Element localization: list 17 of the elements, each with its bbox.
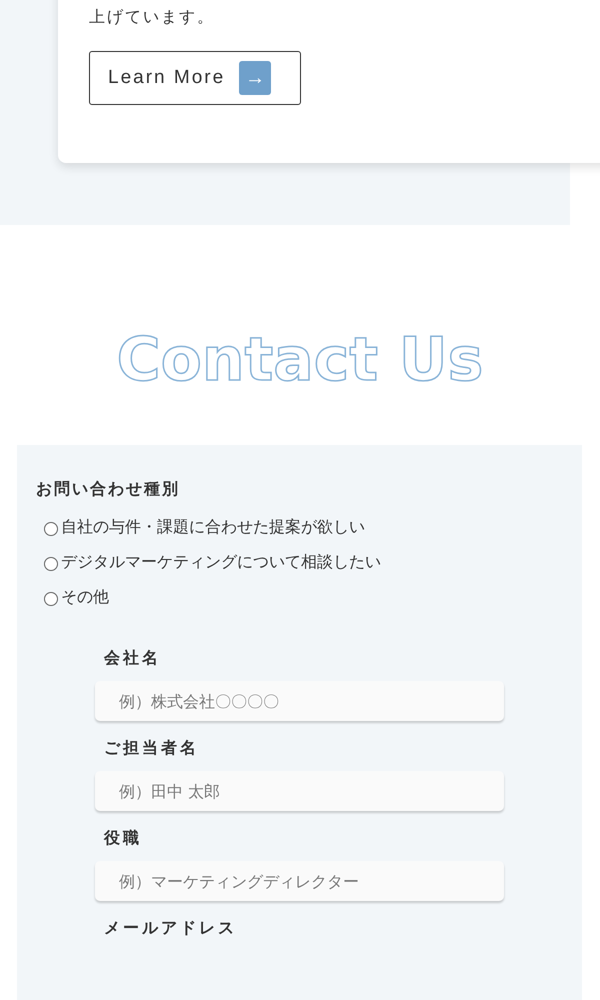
field-label: ご担当者名 xyxy=(104,738,200,759)
radio-label: 自社の与件・課題に合わせた提案が欲しい xyxy=(61,516,365,538)
input-field[interactable]: 例）株式会社〇〇〇〇 xyxy=(95,681,504,721)
section-heading: Contact Us xyxy=(116,325,484,397)
card-text: 上げています。 xyxy=(89,6,216,28)
field-label: メールアドレス xyxy=(104,918,238,939)
radio-button[interactable] xyxy=(44,556,58,570)
learn-more-button[interactable]: Learn More → xyxy=(89,51,301,105)
field-label: 会社名 xyxy=(104,648,162,669)
radio-label: その他 xyxy=(61,586,109,608)
input-field[interactable]: 例）マーケティングディレクター xyxy=(95,861,504,901)
radio-button[interactable] xyxy=(44,522,58,536)
radio-button[interactable] xyxy=(44,592,58,606)
field-label: 役職 xyxy=(104,828,143,849)
field-label: お問い合わせ種別 xyxy=(36,479,181,500)
input-field[interactable]: 例）田中 太郎 xyxy=(95,771,504,811)
radio-label: デジタルマーケティングについて相談したい xyxy=(61,551,381,573)
